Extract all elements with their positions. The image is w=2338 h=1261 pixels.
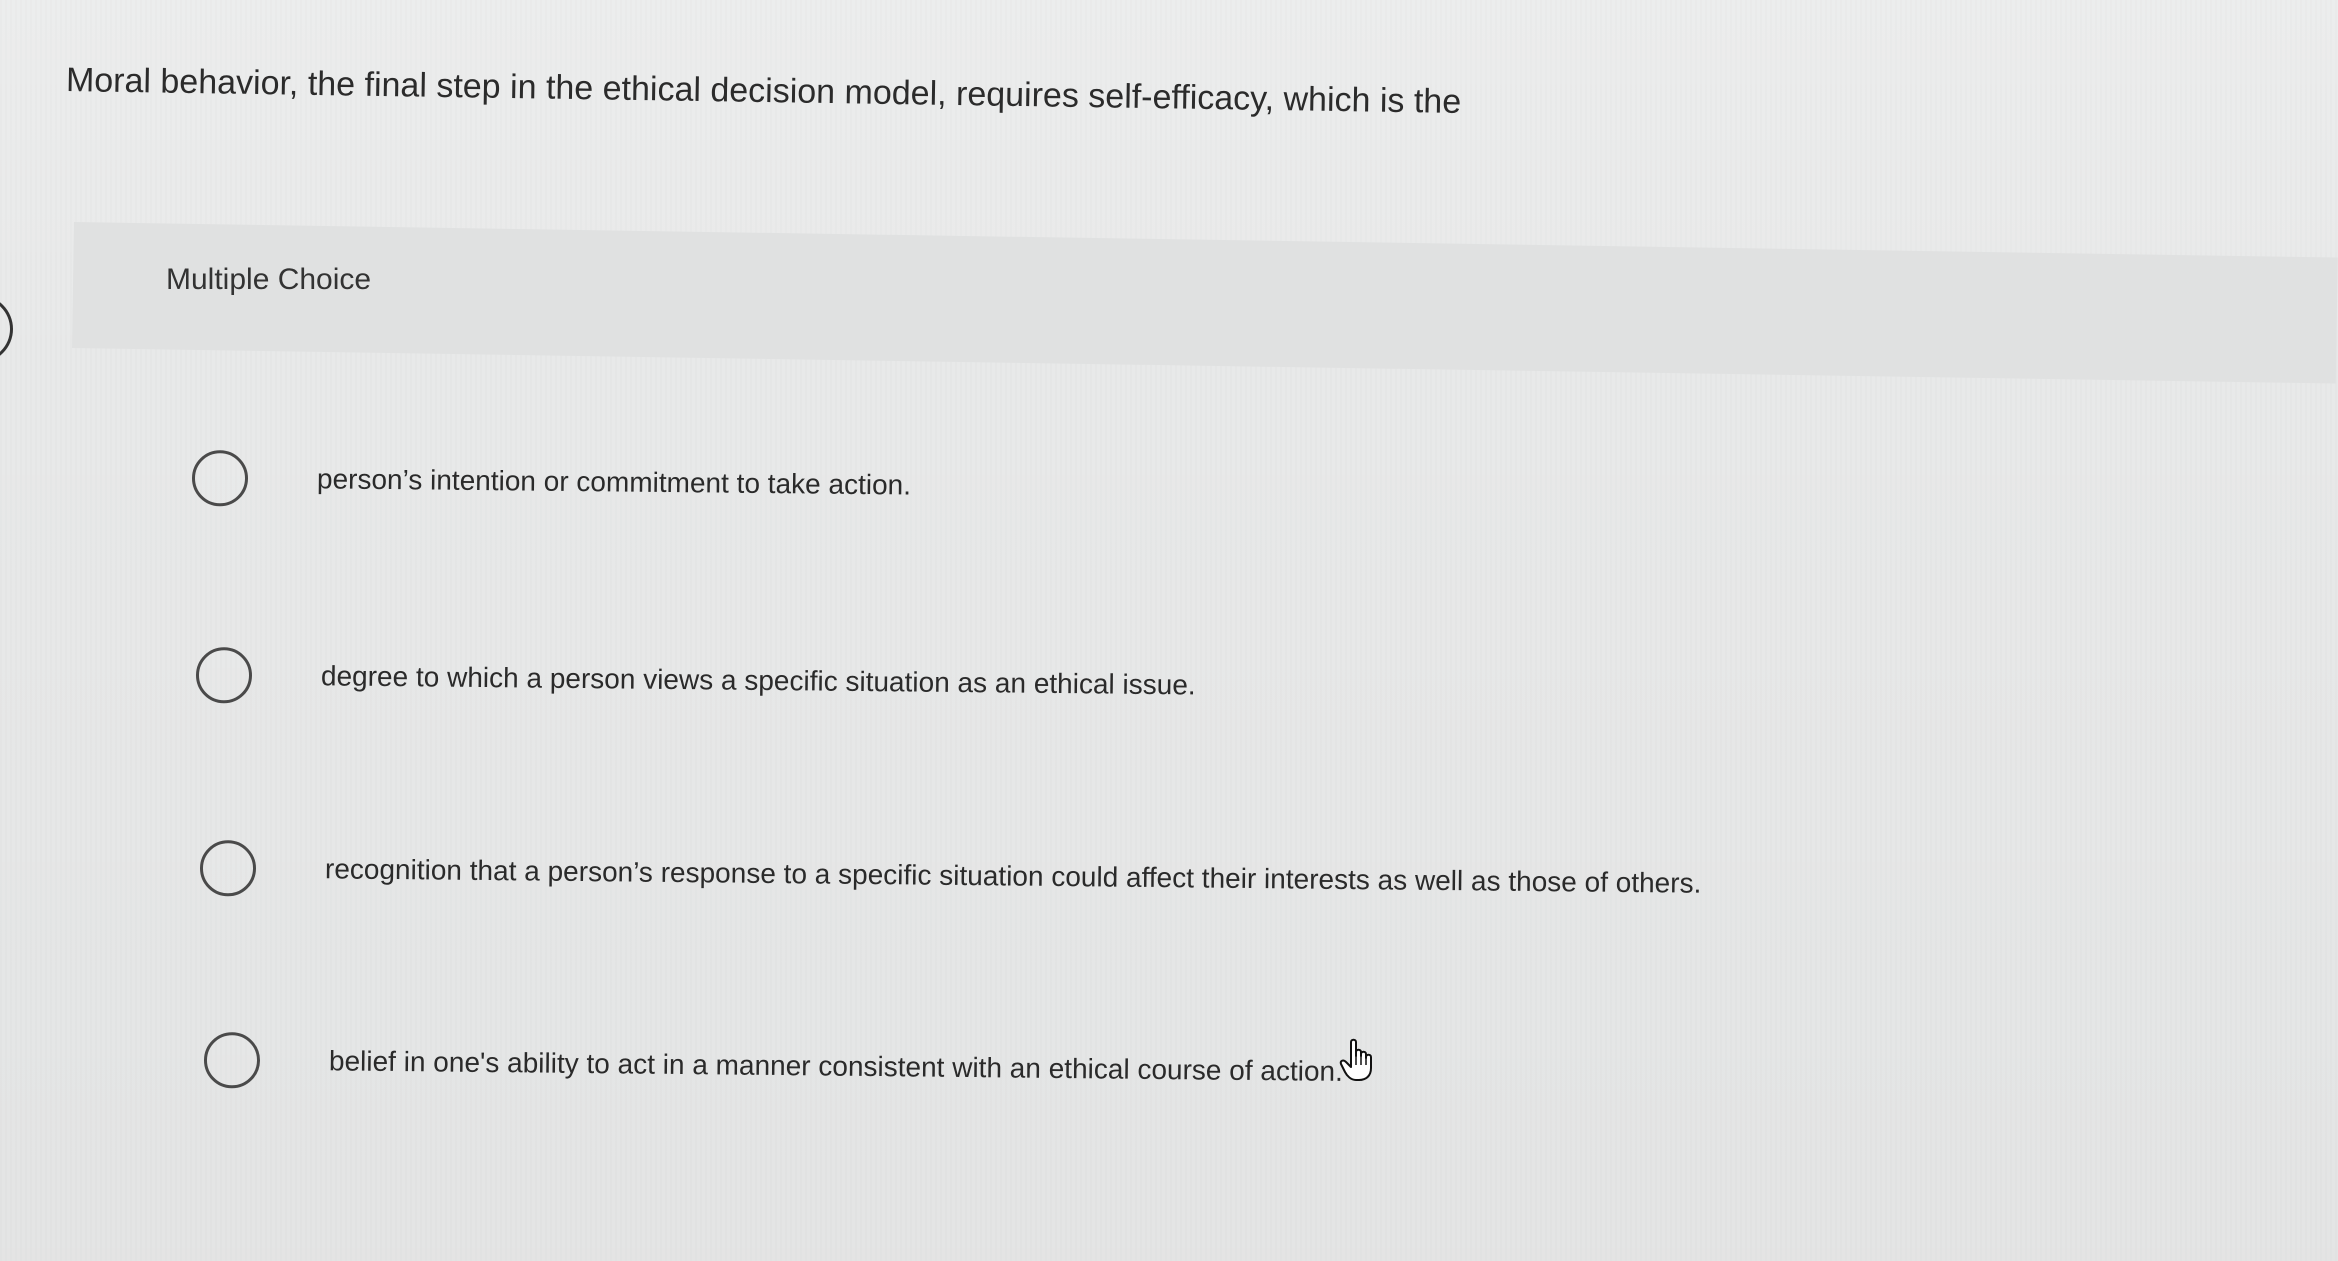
radio-button-icon[interactable]	[203, 1032, 261, 1089]
answer-option-2-label: degree to which a person views a specifi…	[320, 660, 1196, 701]
answer-option-2[interactable]: degree to which a person views a specifi…	[195, 647, 1196, 713]
radio-button-icon[interactable]	[191, 450, 249, 507]
answer-option-1-label: person’s intention or commitment to take…	[316, 463, 912, 501]
radio-button-icon[interactable]	[195, 647, 253, 704]
answer-option-4-label: belief in one's ability to act in a mann…	[328, 1045, 1344, 1087]
answer-option-4[interactable]: belief in one's ability to act in a mann…	[203, 1032, 1344, 1100]
radio-button-icon[interactable]	[199, 840, 257, 897]
hand-pointer-icon	[1339, 1038, 1372, 1081]
answer-option-1[interactable]: person’s intention or commitment to take…	[191, 450, 912, 514]
multiple-choice-label: Multiple Choice	[166, 263, 372, 296]
answer-option-3-label: recognition that a person’s response to …	[324, 853, 1702, 899]
